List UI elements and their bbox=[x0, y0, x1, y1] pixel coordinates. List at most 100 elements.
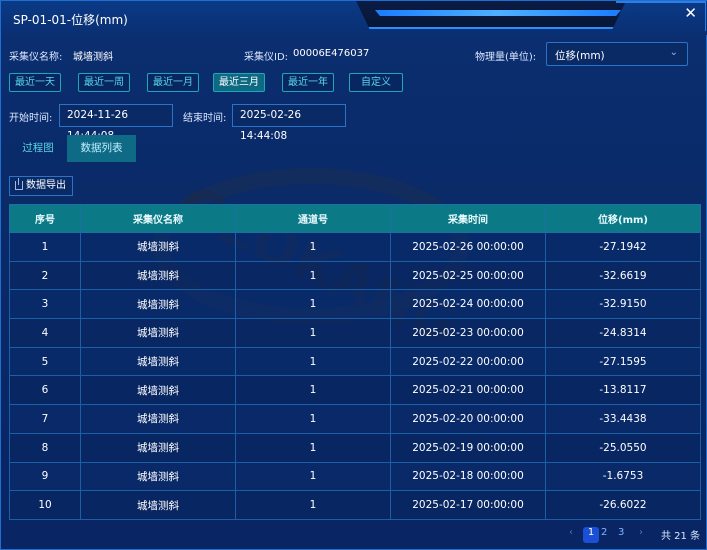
quantity-label: 物理量(单位): bbox=[475, 52, 537, 63]
cell-index: 4 bbox=[9, 318, 81, 348]
cell-time: 2025-02-25 00:00:00 bbox=[390, 260, 546, 291]
table-row: 8 城墙测斜 1 2025-02-19 00:00:00 -25.0550 bbox=[9, 432, 701, 463]
cell-channel: 1 bbox=[235, 375, 391, 406]
range-1day-button[interactable]: 最近一天 bbox=[9, 73, 61, 92]
page-button-3[interactable]: 3 bbox=[618, 527, 624, 543]
cell-displacement: -26.6022 bbox=[545, 490, 701, 520]
end-time-input[interactable]: 2025-02-26 14:44:08 bbox=[232, 104, 346, 142]
quantity-select[interactable]: 位移(mm) ⌄ bbox=[546, 42, 688, 66]
cell-displacement: -27.1942 bbox=[545, 232, 701, 262]
table-row: 1 城墙测斜 1 2025-02-26 00:00:00 -27.1942 bbox=[9, 232, 701, 262]
range-1year-button[interactable]: 最近一年 bbox=[282, 73, 334, 92]
cell-index: 9 bbox=[9, 461, 81, 492]
cell-channel: 1 bbox=[235, 260, 391, 291]
cell-index: 6 bbox=[9, 375, 81, 406]
cell-index: 8 bbox=[9, 432, 81, 463]
col-header-displacement: 位移(mm) bbox=[545, 204, 701, 233]
table-header-row: 序号 采集仪名称 通道号 采集时间 位移(mm) bbox=[9, 204, 701, 233]
cell-channel: 1 bbox=[235, 232, 391, 262]
table-row: 2 城墙测斜 1 2025-02-25 00:00:00 -32.6619 bbox=[9, 260, 701, 291]
cell-index: 5 bbox=[9, 346, 81, 377]
start-time-label: 开始时间: bbox=[9, 113, 53, 124]
cell-collector-name: 城墙测斜 bbox=[80, 461, 236, 492]
cell-channel: 1 bbox=[235, 318, 391, 348]
cell-channel: 1 bbox=[235, 346, 391, 377]
end-time-label: 结束时间: bbox=[183, 113, 227, 124]
cell-collector-name: 城墙测斜 bbox=[80, 289, 236, 320]
table-row: 4 城墙测斜 1 2025-02-23 00:00:00 -24.8314 bbox=[9, 318, 701, 348]
cell-time: 2025-02-21 00:00:00 bbox=[390, 375, 546, 406]
table-row: 10 城墙测斜 1 2025-02-17 00:00:00 -26.6022 bbox=[9, 490, 701, 520]
collector-id-label: 采集仪ID: bbox=[244, 52, 289, 63]
start-time-input[interactable]: 2024-11-26 14:44:08 bbox=[59, 104, 173, 142]
table-row: 7 城墙测斜 1 2025-02-20 00:00:00 -33.4438 bbox=[9, 404, 701, 434]
col-header-collector: 采集仪名称 bbox=[80, 204, 236, 233]
table-row: 5 城墙测斜 1 2025-02-22 00:00:00 -27.1595 bbox=[9, 346, 701, 377]
cell-displacement: -13.8117 bbox=[545, 375, 701, 406]
cell-channel: 1 bbox=[235, 404, 391, 434]
dialog-panel: SP-01-01-位移(mm) ✕ 采集仪名称: 城墙测斜 采集仪ID: 000… bbox=[0, 0, 707, 550]
cell-time: 2025-02-22 00:00:00 bbox=[390, 346, 546, 377]
data-table: 序号 采集仪名称 通道号 采集时间 位移(mm) 1 城墙测斜 1 2025-02-2… bbox=[9, 204, 701, 520]
cell-collector-name: 城墙测斜 bbox=[80, 346, 236, 377]
cell-channel: 1 bbox=[235, 490, 391, 520]
cell-displacement: -1.6753 bbox=[545, 461, 701, 492]
range-custom-button[interactable]: 自定义 bbox=[349, 73, 403, 92]
cell-displacement: -24.8314 bbox=[545, 318, 701, 348]
cell-channel: 1 bbox=[235, 432, 391, 463]
collector-name-label: 采集仪名称: bbox=[9, 52, 63, 63]
col-header-time: 采集时间 bbox=[390, 204, 546, 233]
cell-displacement: -27.1595 bbox=[545, 346, 701, 377]
cell-collector-name: 城墙测斜 bbox=[80, 432, 236, 463]
cell-collector-name: 城墙测斜 bbox=[80, 404, 236, 434]
cell-index: 2 bbox=[9, 260, 81, 291]
table-row: 6 城墙测斜 1 2025-02-21 00:00:00 -13.8117 bbox=[9, 375, 701, 406]
cell-collector-name: 城墙测斜 bbox=[80, 375, 236, 406]
cell-time: 2025-02-23 00:00:00 bbox=[390, 318, 546, 348]
collector-name-value: 城墙测斜 bbox=[73, 52, 113, 63]
cell-collector-name: 城墙测斜 bbox=[80, 318, 236, 348]
cell-time: 2025-02-20 00:00:00 bbox=[390, 404, 546, 434]
next-page-button[interactable]: › bbox=[639, 527, 643, 543]
collector-id-value: 00006E476037 bbox=[293, 48, 370, 59]
cell-index: 3 bbox=[9, 289, 81, 320]
page-button-1[interactable]: 1 bbox=[583, 527, 599, 543]
export-button[interactable]: 数据导出 bbox=[9, 176, 73, 196]
cell-channel: 1 bbox=[235, 461, 391, 492]
cell-collector-name: 城墙测斜 bbox=[80, 232, 236, 262]
page-button-2[interactable]: 2 bbox=[601, 527, 607, 543]
range-3months-button[interactable]: 最近三月 bbox=[213, 73, 265, 92]
cell-time: 2025-02-19 00:00:00 bbox=[390, 432, 546, 463]
cell-displacement: -33.4438 bbox=[545, 404, 701, 434]
chevron-down-icon: ⌄ bbox=[669, 47, 678, 58]
prev-page-button[interactable]: ‹ bbox=[569, 527, 573, 543]
range-1month-button[interactable]: 最近一月 bbox=[147, 73, 199, 92]
col-header-channel: 通道号 bbox=[235, 204, 391, 233]
range-1week-button[interactable]: 最近一周 bbox=[78, 73, 130, 92]
cell-time: 2025-02-26 00:00:00 bbox=[390, 232, 546, 262]
cell-time: 2025-02-17 00:00:00 bbox=[390, 490, 546, 520]
tab-process-chart[interactable]: 过程图 bbox=[9, 135, 67, 162]
export-icon bbox=[15, 178, 23, 190]
cell-index: 10 bbox=[9, 490, 81, 520]
cell-time: 2025-02-18 00:00:00 bbox=[390, 461, 546, 492]
window-title: SP-01-01-位移(mm) bbox=[13, 13, 128, 27]
cell-index: 7 bbox=[9, 404, 81, 434]
tab-data-list[interactable]: 数据列表 bbox=[67, 135, 136, 162]
col-header-index: 序号 bbox=[9, 204, 81, 233]
table-row: 9 城墙测斜 1 2025-02-18 00:00:00 -1.6753 bbox=[9, 461, 701, 492]
title-decoration-line bbox=[375, 10, 621, 16]
cell-displacement: -25.0550 bbox=[545, 432, 701, 463]
cell-collector-name: 城墙测斜 bbox=[80, 260, 236, 291]
cell-channel: 1 bbox=[235, 289, 391, 320]
cell-time: 2025-02-24 00:00:00 bbox=[390, 289, 546, 320]
cell-displacement: -32.9150 bbox=[545, 289, 701, 320]
table-row: 3 城墙测斜 1 2025-02-24 00:00:00 -32.9150 bbox=[9, 289, 701, 320]
close-icon[interactable]: ✕ bbox=[684, 4, 697, 22]
cell-collector-name: 城墙测斜 bbox=[80, 490, 236, 520]
cell-displacement: -32.6619 bbox=[545, 260, 701, 291]
quantity-select-value: 位移(mm) bbox=[555, 50, 605, 62]
cell-index: 1 bbox=[9, 232, 81, 262]
export-button-label: 数据导出 bbox=[26, 180, 66, 191]
total-count: 共 21 条 bbox=[661, 531, 701, 542]
